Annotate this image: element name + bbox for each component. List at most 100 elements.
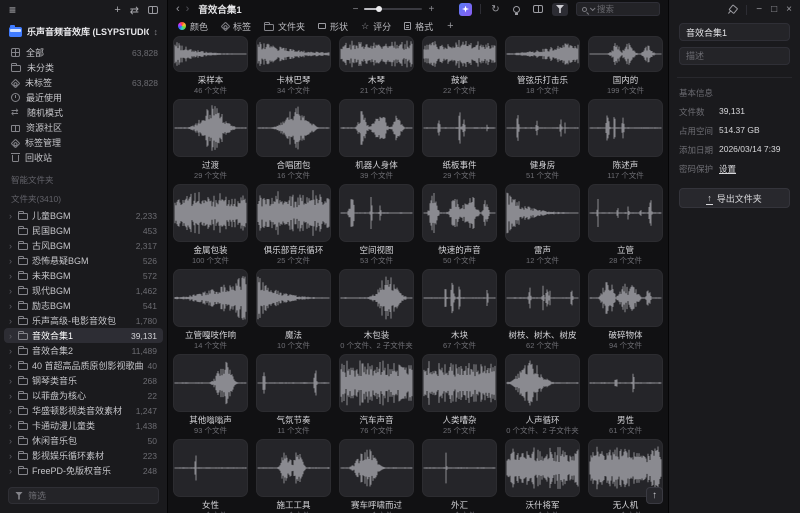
scroll-to-top-button[interactable]: ↑ <box>646 487 663 504</box>
audio-folder-card[interactable]: 合唱团包16 个文件 <box>256 99 331 180</box>
audio-folder-card[interactable]: 立管28 个文件 <box>588 184 663 265</box>
library-header[interactable]: 乐声音频音效库 (LSYPSTUDIO.COM) ↕ <box>0 20 167 45</box>
waveform-thumbnail[interactable] <box>173 99 248 157</box>
waveform-thumbnail[interactable] <box>339 36 414 72</box>
waveform-thumbnail[interactable] <box>422 354 497 412</box>
folder-item-古风BGM[interactable]: ›古风BGM2,317 <box>4 238 163 253</box>
audio-folder-card[interactable]: 空间视图53 个文件 <box>339 184 414 265</box>
waveform-thumbnail[interactable] <box>256 99 331 157</box>
chevron-down-icon[interactable] <box>590 5 596 11</box>
filter-chip-rating[interactable]: ☆评分 <box>361 20 391 33</box>
export-folder-button[interactable]: ↑ 导出文件夹 <box>679 188 790 208</box>
audio-folder-card[interactable]: 雷声12 个文件 <box>505 184 580 265</box>
caret-icon[interactable]: › <box>7 391 14 401</box>
caret-icon[interactable]: › <box>7 241 14 251</box>
forward-icon[interactable]: › <box>186 0 190 18</box>
waveform-thumbnail[interactable] <box>505 354 580 412</box>
waveform-thumbnail[interactable] <box>505 439 580 497</box>
audio-folder-card[interactable]: 陈述声117 个文件 <box>588 99 663 180</box>
folder-name-input[interactable] <box>686 27 783 37</box>
audio-folder-card[interactable]: 外汇58 个文件 <box>422 439 497 513</box>
waveform-thumbnail[interactable] <box>256 36 331 72</box>
caret-icon[interactable]: › <box>7 301 14 311</box>
filter-panel-icon[interactable] <box>552 3 568 16</box>
audio-folder-card[interactable]: 人类嘈杂25 个文件 <box>422 354 497 435</box>
audio-folder-card[interactable]: 施工工具86 个文件 <box>256 439 331 513</box>
waveform-thumbnail[interactable] <box>339 354 414 412</box>
folder-item-儿童BGM[interactable]: ›儿童BGM2,233 <box>4 208 163 223</box>
lightbulb-icon[interactable] <box>510 3 523 16</box>
waveform-thumbnail[interactable] <box>422 36 497 72</box>
waveform-thumbnail[interactable] <box>339 184 414 242</box>
waveform-thumbnail[interactable] <box>505 269 580 327</box>
toggle-sidebar-icon[interactable] <box>148 6 158 14</box>
waveform-thumbnail[interactable] <box>588 36 663 72</box>
search-box[interactable] <box>576 2 660 16</box>
caret-icon[interactable]: › <box>7 466 14 476</box>
audio-folder-card[interactable]: 人声循环0 个文件、2 子文件夹 <box>505 354 580 435</box>
waveform-thumbnail[interactable] <box>173 184 248 242</box>
caret-icon[interactable]: › <box>7 361 14 371</box>
waveform-thumbnail[interactable] <box>173 354 248 412</box>
audio-folder-card[interactable]: 其他嗡嗡声93 个文件 <box>173 354 248 435</box>
folder-item-现代BGM[interactable]: ›现代BGM1,462 <box>4 283 163 298</box>
sidebar-item-回收站[interactable]: 回收站 <box>0 150 167 165</box>
caret-icon[interactable]: › <box>7 316 14 326</box>
sync-icon[interactable]: ⇄ <box>130 4 139 17</box>
audio-folder-card[interactable]: 立管嘎吱作响14 个文件 <box>173 269 248 350</box>
waveform-thumbnail[interactable] <box>173 439 248 497</box>
audio-folder-card[interactable]: 女性51 个文件 <box>173 439 248 513</box>
library-switch-icon[interactable]: ↕ <box>154 27 159 37</box>
filter-chip-color[interactable]: 颜色 <box>178 20 208 33</box>
filter-chip-shape[interactable]: 形状 <box>318 20 348 33</box>
caret-icon[interactable]: › <box>7 436 14 446</box>
waveform-thumbnail[interactable] <box>588 354 663 412</box>
audio-folder-card[interactable]: 沃什将军35 个文件 <box>505 439 580 513</box>
folder-item-卡通动漫儿童类[interactable]: ›卡通动漫儿童类1,438 <box>4 418 163 433</box>
search-input[interactable] <box>597 4 654 14</box>
zoom-in-icon[interactable]: + <box>428 4 434 15</box>
zoom-slider[interactable]: − + <box>353 4 435 15</box>
caret-icon[interactable]: › <box>7 286 14 296</box>
sidebar-item-标签管理[interactable]: 标签管理 <box>0 135 167 150</box>
sidebar-item-资源社区[interactable]: 资源社区 <box>0 120 167 135</box>
info-value-link[interactable]: 设置 <box>719 163 736 175</box>
waveform-thumbnail[interactable] <box>256 354 331 412</box>
close-button[interactable]: × <box>786 0 792 20</box>
folder-item-音效合集1[interactable]: ›音效合集139,131 <box>4 328 163 343</box>
waveform-thumbnail[interactable] <box>505 36 580 72</box>
minimize-button[interactable]: − <box>756 0 762 20</box>
audio-folder-card[interactable]: 木琴21 个文件 <box>339 36 414 95</box>
filter-chip-tag[interactable]: 标签 <box>221 20 251 33</box>
audio-folder-card[interactable]: 俱乐部音乐循环25 个文件 <box>256 184 331 265</box>
waveform-thumbnail[interactable] <box>505 99 580 157</box>
folder-item-华盛顿影视类音效素材[interactable]: ›华盛顿影视类音效素材1,247 <box>4 403 163 418</box>
folder-desc-input[interactable] <box>686 51 783 61</box>
waveform-thumbnail[interactable] <box>339 269 414 327</box>
waveform-thumbnail[interactable] <box>173 36 248 72</box>
waveform-thumbnail[interactable] <box>588 184 663 242</box>
folder-item-钢琴类音乐[interactable]: ›钢琴类音乐268 <box>4 373 163 388</box>
audio-folder-card[interactable]: 鼓掌22 个文件 <box>422 36 497 95</box>
folder-item-恐怖悬疑BGM[interactable]: ›恐怖悬疑BGM526 <box>4 253 163 268</box>
caret-icon[interactable]: › <box>7 406 14 416</box>
folder-item-未来BGM[interactable]: ›未来BGM572 <box>4 268 163 283</box>
hamburger-menu-icon[interactable]: ≡ <box>9 3 16 17</box>
sidebar-filter-input[interactable] <box>28 491 152 501</box>
sidebar-item-最近使用[interactable]: 最近使用 <box>0 90 167 105</box>
caret-icon[interactable]: › <box>7 421 14 431</box>
audio-folder-card[interactable]: 机器人身体39 个文件 <box>339 99 414 180</box>
caret-icon[interactable]: › <box>7 376 14 386</box>
audio-folder-card[interactable]: 过渡29 个文件 <box>173 99 248 180</box>
audio-folder-card[interactable]: 木块67 个文件 <box>422 269 497 350</box>
sidebar-filter-box[interactable] <box>8 487 159 504</box>
folder-item-民国BGM[interactable]: 民国BGM453 <box>4 223 163 238</box>
waveform-thumbnail[interactable] <box>256 439 331 497</box>
folder-item-励志BGM[interactable]: ›励志BGM541 <box>4 298 163 313</box>
folder-item-音效合集2[interactable]: ›音效合集211,489 <box>4 343 163 358</box>
waveform-thumbnail[interactable] <box>422 269 497 327</box>
folder-item-FreePD-免版权音乐[interactable]: ›FreePD-免版权音乐248 <box>4 463 163 478</box>
audio-folder-card[interactable]: 汽车声音76 个文件 <box>339 354 414 435</box>
audio-folder-card[interactable]: 管弦乐打击乐18 个文件 <box>505 36 580 95</box>
audio-folder-card[interactable]: 采样本46 个文件 <box>173 36 248 95</box>
